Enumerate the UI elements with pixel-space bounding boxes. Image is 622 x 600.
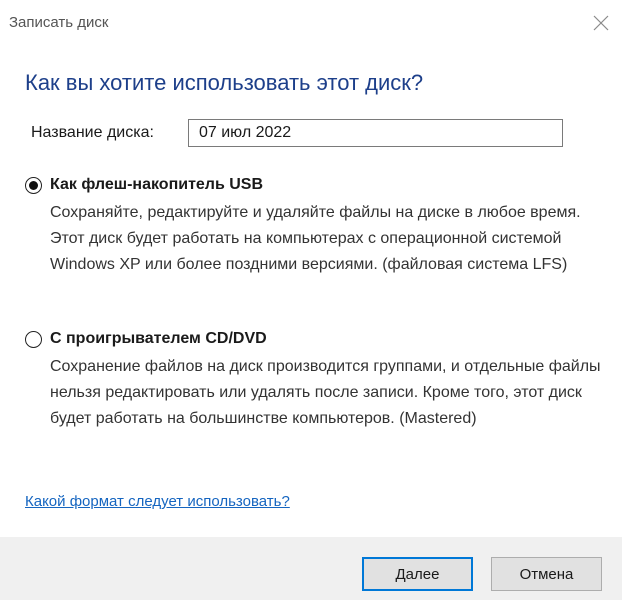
radio-selected-dot	[29, 180, 38, 190]
option-usb-flash-title: Как флеш-накопитель USB	[50, 176, 264, 193]
option-cd-dvd-player-title: С проигрывателем CD/DVD	[50, 330, 267, 347]
next-button[interactable]: Далее	[362, 557, 473, 591]
disc-name-input[interactable]	[188, 119, 563, 147]
dialog-footer: Далее Отмена	[0, 537, 622, 600]
window-title: Записать диск	[9, 14, 109, 31]
disc-name-label: Название диска:	[31, 124, 154, 141]
option-cd-dvd-player[interactable]: С проигрывателем CD/DVD Сохранение файло…	[25, 330, 605, 432]
cancel-button[interactable]: Отмена	[491, 557, 602, 591]
format-help-link[interactable]: Какой формат следует использовать?	[25, 493, 290, 510]
close-icon	[593, 15, 609, 31]
dialog-heading: Как вы хотите использовать этот диск?	[25, 70, 424, 95]
title-bar: Записать диск	[0, 0, 622, 44]
burn-disc-dialog: Записать диск Как вы хотите использовать…	[0, 0, 622, 600]
radio-usb-flash[interactable]	[25, 176, 42, 194]
option-cd-dvd-player-description: Сохранение файлов на диск производится г…	[50, 358, 601, 427]
option-usb-flash[interactable]: Как флеш-накопитель USB Сохраняйте, реда…	[25, 176, 605, 278]
option-usb-flash-description: Сохраняйте, редактируйте и удаляйте файл…	[50, 204, 581, 273]
close-button[interactable]	[586, 8, 616, 38]
radio-cd-dvd-player[interactable]	[25, 330, 42, 348]
